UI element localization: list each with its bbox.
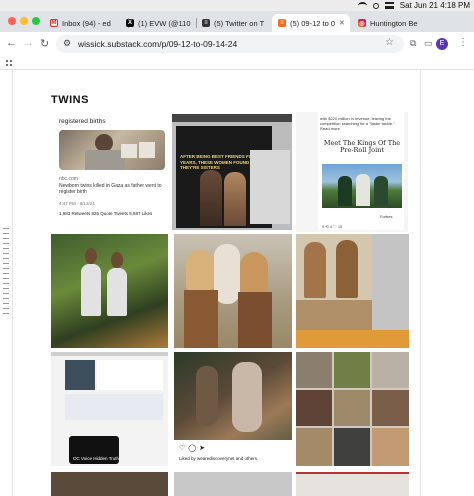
tab-gmail[interactable]: M Inbox (94) - ed (44, 14, 128, 32)
next-image-1[interactable] (51, 472, 168, 496)
tweet-timestamp: 4:47 PM · 8/13/24 (59, 201, 95, 206)
substack-orange-icon: ≡ (278, 19, 286, 27)
address-bar[interactable]: ⚙ wissick.substack.com/p/09-12-to-09-14-… (56, 35, 404, 53)
url-text[interactable]: wissick.substack.com/p/09-12-to-09-14-24 (78, 39, 237, 49)
forbes-counts: 9 ⟲ 4 ♡ 15 (322, 224, 343, 229)
forward-icon[interactable]: → (23, 37, 34, 49)
search-icon[interactable] (372, 2, 379, 9)
social-feed-screenshot[interactable]: OC Voice Hidden Truth (51, 352, 168, 466)
bookmarks-bar (0, 56, 474, 70)
tab-label: Inbox (94) - ed (62, 18, 111, 28)
control-center-icon[interactable] (384, 2, 394, 9)
downloads-icon[interactable]: ▭ (424, 38, 433, 49)
tab-label: (1) EVW (@110 (138, 18, 191, 28)
instagram-footer: ♡◯➤ Liked by wearediscoverynet and other… (174, 440, 292, 466)
tab-active-post[interactable]: ≡ (5) 09-12 to 0 ✕ (272, 14, 350, 32)
back-icon[interactable]: ← (6, 37, 17, 49)
next-image-3[interactable] (296, 472, 409, 496)
bookmark-star-icon[interactable]: ☆ (385, 37, 394, 48)
instagram-actions[interactable]: ♡◯➤ (179, 444, 208, 452)
table-of-contents-rail[interactable] (3, 228, 9, 318)
tab-label: (5) Twitter on T (214, 18, 265, 28)
tab-twitter-on-substack[interactable]: ≡ (5) Twitter on T (196, 14, 272, 32)
post-page: TWINS registered births nbc.com Newborn … (0, 70, 474, 496)
apps-grid-icon[interactable] (5, 59, 13, 67)
next-image-2[interactable] (174, 472, 292, 496)
twins-statues-collage[interactable] (296, 234, 409, 348)
menubar-datetime[interactable]: Sat Jun 21 4:18 PM (400, 1, 470, 10)
twins-horse-photo[interactable] (174, 234, 292, 348)
instagram-liked-by: Liked by wearediscoverynet and others (179, 456, 258, 461)
tab-label: (5) 09-12 to 0 (290, 18, 336, 28)
tweet-screenshot[interactable]: registered births nbc.com Newborn twins … (51, 112, 168, 232)
close-window-button[interactable] (8, 17, 16, 25)
macos-menubar: Sat Jun 21 4:18 PM (0, 0, 474, 11)
tweet-header: registered births (59, 118, 106, 125)
twins-garden-photo[interactable] (51, 234, 168, 348)
browser-toolbar: ← → ↻ ⚙ wissick.substack.com/p/09-12-to-… (0, 32, 474, 56)
forbes-photo (322, 164, 402, 208)
wifi-icon[interactable] (357, 2, 367, 9)
tweet-stats: 1,983 Retweets 826 Quote Tweets 5,587 Li… (59, 211, 153, 216)
tab-bar: M Inbox (94) - ed X (1) EVW (@110 ≡ (5) … (0, 11, 474, 32)
phone-screenshot[interactable]: AFTER BEING BEST FRIENDS FOR 17 YEARS, T… (172, 114, 292, 230)
minimize-window-button[interactable] (20, 17, 28, 25)
tweet-source: nbc.com (59, 176, 78, 182)
x-icon: X (126, 19, 134, 27)
tab-label: Huntington Be (370, 18, 418, 28)
cast-icon[interactable]: ⧉ (410, 38, 416, 49)
podcast-label: OC Voice Hidden Truth (73, 456, 120, 461)
gmail-icon: M (50, 19, 58, 27)
tweet-caption: Newborn twins killed in Gaza as father w… (59, 183, 162, 195)
instagram-icon: ◎ (358, 19, 366, 27)
zoom-window-button[interactable] (32, 17, 40, 25)
tab-x[interactable]: X (1) EVW (@110 (120, 14, 204, 32)
site-info-icon[interactable]: ⚙ (63, 38, 71, 49)
fashion-collage[interactable] (296, 352, 409, 466)
forbes-article-screenshot[interactable]: with $220 million in revenue, leaving th… (296, 112, 408, 232)
forbes-title: Meet The Kings Of The Pre-Roll Joint (323, 139, 401, 154)
tweet-news-image (59, 130, 165, 170)
menu-kebab-icon[interactable]: ⋮ (458, 37, 468, 48)
close-tab-icon[interactable]: ✕ (339, 19, 345, 27)
tab-instagram[interactable]: ◎ Huntington Be (352, 14, 436, 32)
forbes-footer: Forbes (380, 214, 393, 219)
window-controls (8, 17, 40, 25)
profile-avatar[interactable]: E (436, 38, 448, 50)
instagram-post[interactable]: ♡◯➤ Liked by wearediscoverynet and other… (174, 352, 292, 466)
reload-icon[interactable]: ↻ (40, 37, 49, 50)
substack-icon: ≡ (202, 19, 210, 27)
section-heading: TWINS (51, 94, 89, 106)
forbes-intro: with $220 million in revenue, leaving th… (320, 116, 395, 131)
